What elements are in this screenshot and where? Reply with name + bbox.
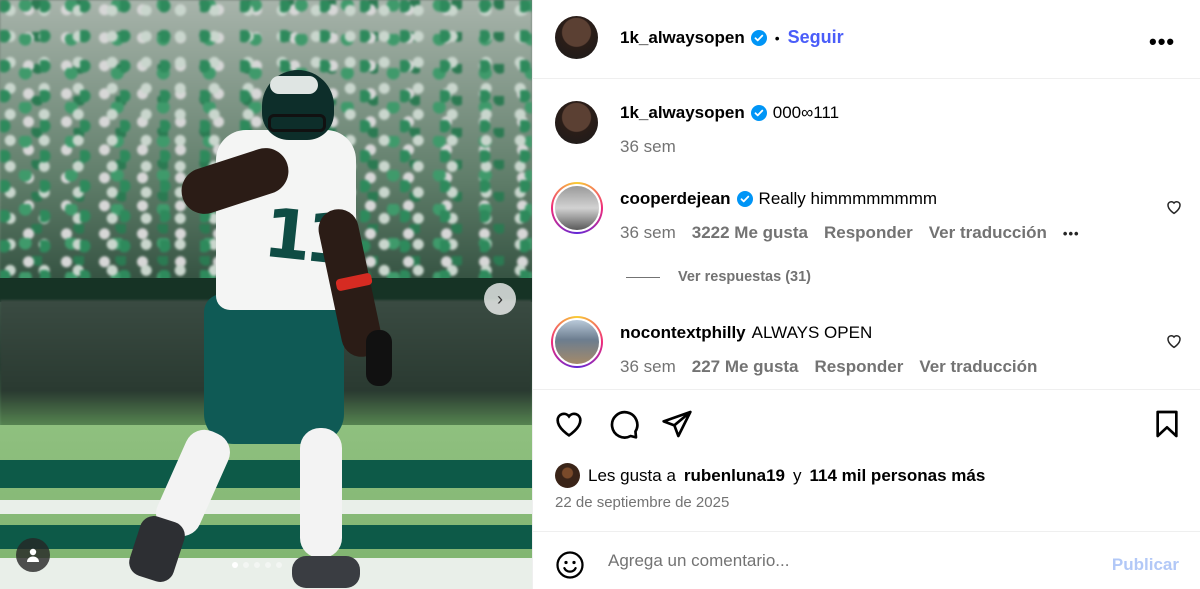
comment-likes[interactable]: 227 Me gusta <box>692 357 799 377</box>
heart-icon[interactable] <box>553 408 585 440</box>
user-tags-button[interactable] <box>16 538 50 572</box>
bookmark-icon[interactable] <box>1151 408 1183 440</box>
comment-item: nocontextphilly ALWAYS OPEN <box>620 323 872 343</box>
caption-author[interactable]: 1k_alwaysopen <box>620 103 745 123</box>
comment-text: Really himmmmmmmm <box>758 189 938 208</box>
helmet-logo <box>270 76 318 94</box>
translate-button[interactable]: Ver traducción <box>919 357 1037 377</box>
comment-likes[interactable]: 3222 Me gusta <box>692 223 808 243</box>
chevron-right-icon: › <box>497 288 503 309</box>
comment-more-icon[interactable]: ••• <box>1063 226 1080 241</box>
heart-icon[interactable] <box>1165 332 1183 350</box>
caption-time[interactable]: 36 sem <box>620 137 676 157</box>
carousel-dot <box>232 562 238 568</box>
action-bar <box>553 408 1183 442</box>
emoji-icon[interactable] <box>555 550 585 580</box>
comment-avatar[interactable] <box>551 316 603 368</box>
follow-button[interactable]: Seguir <box>788 27 844 48</box>
likes-others[interactable]: 114 mil personas más <box>810 466 986 486</box>
reply-button[interactable]: Responder <box>824 223 913 243</box>
translate-button[interactable]: Ver traducción <box>929 223 1047 243</box>
post-detail-panel: 1k_alwaysopen • Seguir ••• 1k_alwaysopen… <box>532 0 1200 589</box>
comment-author[interactable]: cooperdejean <box>620 189 731 209</box>
reply-button[interactable]: Responder <box>815 357 904 377</box>
player-glove <box>366 330 392 386</box>
carousel-dot <box>276 562 282 568</box>
share-icon[interactable] <box>661 408 693 440</box>
view-replies-label[interactable]: Ver respuestas (31) <box>678 269 811 285</box>
comment-composer: Publicar <box>533 531 1200 589</box>
likes-prefix: Les gusta a <box>588 465 676 485</box>
comment-time[interactable]: 36 sem <box>620 223 676 243</box>
face-mask <box>268 114 326 132</box>
publish-button[interactable]: Publicar <box>1112 555 1179 575</box>
author-username[interactable]: 1k_alwaysopen <box>620 28 745 48</box>
caption: 1k_alwaysopen 000∞111 <box>620 103 839 123</box>
carousel-dot <box>265 562 271 568</box>
liker-username[interactable]: rubenluna19 <box>684 466 785 486</box>
comment-author[interactable]: nocontextphilly <box>620 323 746 343</box>
player-cleat <box>292 556 360 588</box>
next-slide-button[interactable]: › <box>484 283 516 315</box>
more-icon[interactable]: ••• <box>1149 29 1175 55</box>
comment-avatar[interactable] <box>551 182 603 234</box>
comment-avatar-image <box>553 184 601 232</box>
caption-meta: 36 sem <box>620 137 676 157</box>
player-pants <box>204 294 344 444</box>
comment-input[interactable] <box>608 546 1068 576</box>
post-header: 1k_alwaysopen • Seguir <box>620 27 844 48</box>
verified-icon <box>750 105 767 121</box>
post-media[interactable]: 11 › <box>0 0 532 589</box>
likes-conj: y <box>793 465 802 485</box>
verified-icon <box>736 191 753 207</box>
carousel-dots <box>232 562 282 568</box>
user-tag-icon <box>27 548 39 562</box>
comment-time[interactable]: 36 sem <box>620 357 676 377</box>
verified-icon <box>750 29 767 46</box>
heart-icon[interactable] <box>1165 198 1183 216</box>
comment-text: ALWAYS OPEN <box>751 323 873 342</box>
football-player: 11 <box>125 68 392 589</box>
post-date[interactable]: 22 de septiembre de 2025 <box>555 494 729 511</box>
header-divider <box>533 78 1200 79</box>
replies-line <box>626 276 660 278</box>
player-leg <box>300 428 342 558</box>
carousel-dot <box>243 562 249 568</box>
comment-meta: 36 sem 227 Me gusta Responder Ver traduc… <box>620 357 1037 377</box>
liker-avatar[interactable] <box>555 463 580 488</box>
carousel-dot <box>254 562 260 568</box>
comment-item: cooperdejean Really himmmmmmmm <box>620 189 937 209</box>
caption-text: 000∞111 <box>772 103 840 122</box>
comments-divider <box>533 389 1200 390</box>
view-replies[interactable]: Ver respuestas (31) <box>626 269 811 285</box>
likes-summary: Les gusta a rubenluna19 y 114 mil person… <box>555 463 985 488</box>
separator-dot: • <box>774 29 780 46</box>
comment-meta: 36 sem 3222 Me gusta Responder Ver tradu… <box>620 223 1080 243</box>
comment-avatar-image <box>553 318 601 366</box>
author-avatar[interactable] <box>555 16 598 59</box>
comment-icon[interactable] <box>608 408 640 440</box>
player-cleat <box>125 512 189 586</box>
caption-author-avatar[interactable] <box>555 101 598 144</box>
